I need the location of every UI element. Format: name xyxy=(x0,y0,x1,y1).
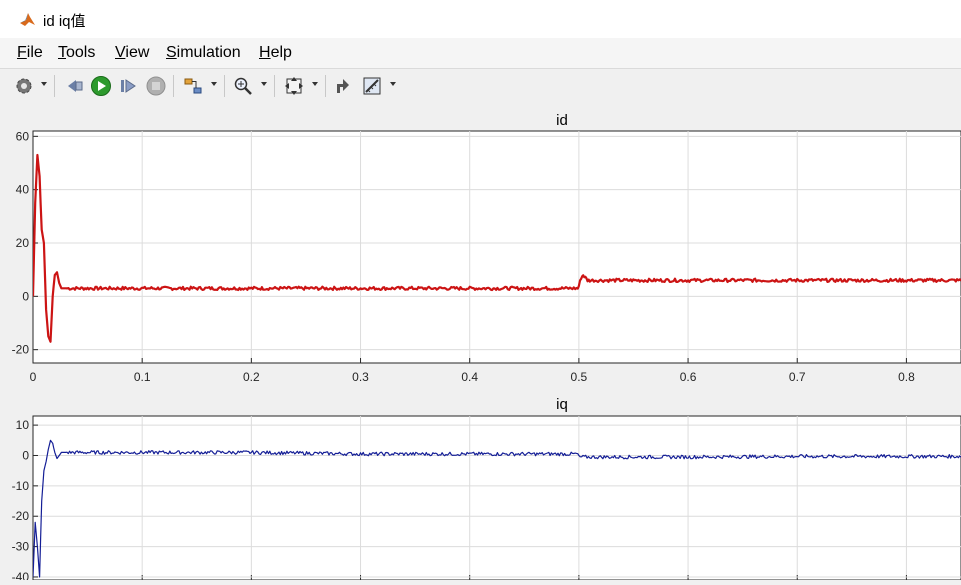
restore-layout-icon[interactable] xyxy=(332,74,354,98)
menu-view[interactable]: View xyxy=(115,44,149,62)
gear-dropdown-arrow-icon[interactable] xyxy=(41,82,47,86)
menu-simulation-mnemonic: S xyxy=(166,44,177,61)
toolbar-separator xyxy=(54,75,55,97)
menu-view-mnemonic: V xyxy=(115,44,126,61)
title-bar: id iq值 xyxy=(0,0,961,38)
fit-to-view-icon[interactable] xyxy=(283,74,305,98)
id-x-tick-label: 0.2 xyxy=(243,370,260,384)
id-chart: id0 0.1 0.2 0.3 0.4 0.5 0.6 0.7 0.8-200204060 xyxy=(12,112,961,384)
id-y-tick-label: -20 xyxy=(12,343,30,357)
iq-y-tick-label: -30 xyxy=(12,540,30,554)
menu-help[interactable]: Help xyxy=(259,44,292,62)
menu-simulation[interactable]: Simulation xyxy=(166,44,241,62)
iq-chart: iq -40 -30 -20 -10 0 10 xyxy=(12,396,961,584)
toolbar-separator xyxy=(224,75,225,97)
id-x-tick-label: 0.8 xyxy=(898,370,915,384)
id-chart-title: id xyxy=(556,112,568,129)
id-x-tick-label: 0.3 xyxy=(352,370,369,384)
scope-plot-area: id 0 0.1 0.2 0.3 0.4 0.5 0.6 0.7 0.8 -20 0 20 40 60 iq -… xyxy=(0,103,961,584)
zoom-icon[interactable] xyxy=(232,74,254,98)
fit-dropdown-arrow-icon[interactable] xyxy=(312,82,318,86)
highlight-dropdown-arrow-icon[interactable] xyxy=(211,82,217,86)
highlight-block-icon[interactable] xyxy=(182,74,204,98)
iq-y-tick-label: 10 xyxy=(16,418,30,432)
zoom-dropdown-arrow-icon[interactable] xyxy=(261,82,267,86)
toolbar-separator xyxy=(274,75,275,97)
id-y-tick-label: 20 xyxy=(16,236,30,250)
iq-axes-box[interactable] xyxy=(32,415,961,581)
menu-file-label: ile xyxy=(26,44,43,61)
id-x-tick-label: 0.1 xyxy=(134,370,151,384)
id-axes-box[interactable] xyxy=(32,130,961,364)
menu-view-label: iew xyxy=(125,44,150,61)
menu-file[interactable]: File xyxy=(17,44,43,62)
iq-y-tick-label: -20 xyxy=(12,509,30,523)
id-y-tick-label: 40 xyxy=(16,183,30,197)
matlab-logo-icon xyxy=(19,11,36,28)
menu-bar: File Tools View Simulation Help xyxy=(0,38,961,68)
menu-help-label: elp xyxy=(270,44,292,61)
id-y-tick-label: 0 xyxy=(22,289,29,303)
id-x-tick-label: 0.7 xyxy=(789,370,806,384)
menu-tools-mnemonic: T xyxy=(58,44,66,61)
id-y-tick-label: 60 xyxy=(16,129,30,143)
scope-charts: id0 0.1 0.2 0.3 0.4 0.5 0.6 0.7 0.8-200204060iq-… xyxy=(12,112,961,584)
id-x-tick-label: 0.6 xyxy=(680,370,697,384)
id-x-tick-label: 0 xyxy=(30,370,37,384)
iq-chart-title: iq xyxy=(556,396,568,413)
stop-icon[interactable] xyxy=(145,74,167,98)
id-x-tick-label: 0.5 xyxy=(571,370,588,384)
menu-file-mnemonic: F xyxy=(17,44,27,61)
toolbar-separator xyxy=(173,75,174,97)
step-forward-icon[interactable] xyxy=(117,74,139,98)
menu-help-mnemonic: H xyxy=(259,44,271,61)
measure-dropdown-arrow-icon[interactable] xyxy=(390,82,396,86)
iq-y-tick-label: -40 xyxy=(12,570,30,580)
toolbar-separator xyxy=(325,75,326,97)
toolbar xyxy=(0,68,961,104)
iq-y-tick-label: -10 xyxy=(12,479,30,493)
measure-icon[interactable] xyxy=(361,74,383,98)
id-x-tick-label: 0.4 xyxy=(461,370,478,384)
window-title: id iq值 xyxy=(43,13,86,30)
run-icon[interactable] xyxy=(89,74,113,98)
iq-y-tick-label: 0 xyxy=(22,448,29,462)
menu-tools[interactable]: Tools xyxy=(58,44,95,62)
gear-icon[interactable] xyxy=(13,74,35,98)
menu-simulation-label: imulation xyxy=(176,44,241,61)
step-back-icon[interactable] xyxy=(63,74,85,98)
menu-tools-label: ools xyxy=(66,44,96,61)
